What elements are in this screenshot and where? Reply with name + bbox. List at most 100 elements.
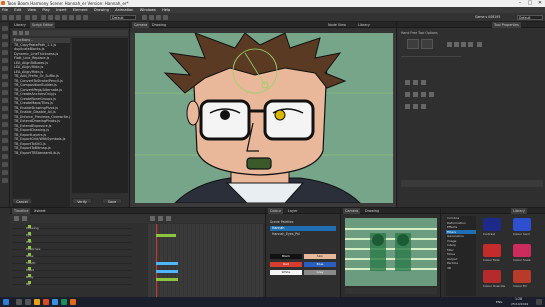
pencil-tool-icon[interactable]: [2, 50, 8, 55]
script-editor-area[interactable]: [72, 38, 128, 193]
layer-visibility-icon[interactable]: [28, 246, 31, 249]
bone-tool-icon[interactable]: [2, 146, 8, 151]
select-tool-icon[interactable]: [2, 26, 8, 31]
shape-tool-icon[interactable]: [2, 90, 8, 95]
new-script-icon[interactable]: [13, 31, 17, 35]
close-button[interactable]: ✕: [535, 0, 545, 7]
layer-visibility-icon[interactable]: [28, 267, 31, 270]
harmony-icon[interactable]: [70, 299, 76, 305]
template-thumbnail[interactable]: [513, 218, 531, 231]
flip-icon[interactable]: [413, 92, 418, 97]
rotate-icon[interactable]: [405, 104, 410, 109]
flip-icon[interactable]: [405, 92, 410, 97]
option-icon[interactable]: [454, 42, 459, 47]
brush-icon[interactable]: [55, 15, 60, 20]
timeline-layer-row[interactable]: Eyebrows: [12, 246, 132, 251]
layer-visibility-icon[interactable]: [28, 281, 31, 284]
drawing-canvas[interactable]: [135, 33, 393, 203]
preview-canvas[interactable]: [345, 218, 437, 286]
save-icon[interactable]: [16, 15, 21, 20]
eraser-tool-icon[interactable]: [2, 66, 8, 71]
option-icon[interactable]: [447, 42, 452, 47]
tab-tool-properties[interactable]: Tool Properties: [492, 22, 521, 28]
menu-help[interactable]: Help: [162, 8, 170, 12]
timeline-layer-row[interactable]: Body: [12, 274, 132, 279]
notification-icon[interactable]: [536, 299, 542, 305]
script-file-item[interactable]: TB_ExportGrid/WithSymbols.js: [12, 137, 70, 142]
timeline-layer-row[interactable]: Drawing: [12, 225, 132, 230]
align-icon[interactable]: [421, 80, 426, 85]
deform-tool-icon[interactable]: [2, 154, 8, 159]
delete-layer-icon[interactable]: [22, 216, 27, 221]
script-file-item[interactable]: TB_ExportTBStandardLib.js: [12, 151, 70, 156]
camera-tool-icon[interactable]: [2, 162, 8, 167]
script-file-list[interactable]: Functions – TB_CopyPastePath_1.1.js duplic…: [12, 38, 70, 216]
timeline-layer-row[interactable]: Bg: [12, 281, 132, 286]
explorer-icon[interactable]: [34, 299, 40, 305]
layer-visibility-icon[interactable]: [28, 260, 31, 263]
menu-file[interactable]: File: [2, 8, 8, 12]
tab-layer[interactable]: Layer: [286, 208, 299, 214]
ink-tool-icon[interactable]: [2, 74, 8, 79]
menu-view[interactable]: View: [28, 8, 37, 12]
app-icon[interactable]: [43, 299, 49, 305]
paint-tool-icon[interactable]: [2, 82, 8, 87]
tab-preview-drawing[interactable]: Drawing: [363, 208, 381, 214]
library-folder-item[interactable]: 3D: [446, 266, 476, 271]
workspace-select[interactable]: Default: [517, 15, 543, 20]
dropper-tool-icon[interactable]: [2, 106, 8, 111]
rotate-icon[interactable]: [421, 104, 426, 109]
zoom-tool-icon[interactable]: [2, 122, 8, 127]
pencil-icon[interactable]: [62, 15, 67, 20]
timeline-layer-row[interactable]: Mouth: [12, 260, 132, 265]
contour-editor-icon[interactable]: [2, 34, 8, 39]
layer-visibility-icon[interactable]: [28, 253, 31, 256]
task-view-icon[interactable]: [25, 299, 31, 305]
template-thumbnail[interactable]: [513, 244, 531, 257]
rotate-tool-icon[interactable]: [2, 130, 8, 135]
template-thumbnail[interactable]: [483, 218, 501, 231]
search-icon[interactable]: [16, 299, 22, 305]
transform-icon[interactable]: [48, 15, 53, 20]
morph-tool-icon[interactable]: [2, 170, 8, 175]
tab-library[interactable]: Library: [12, 22, 28, 28]
fill-icon[interactable]: [76, 15, 81, 20]
menu-animation[interactable]: Animation: [115, 8, 133, 12]
app-icon[interactable]: [52, 299, 58, 305]
timeline-frames[interactable]: [148, 224, 263, 298]
add-layer-icon[interactable]: [14, 216, 19, 221]
tab-preview-camera[interactable]: Camera: [343, 208, 361, 214]
debug-script-icon[interactable]: [25, 31, 29, 35]
start-icon[interactable]: [3, 299, 9, 305]
palette-item[interactable]: Hannah_Eyes_Pal: [270, 232, 336, 237]
transform-tool-icon[interactable]: [2, 138, 8, 143]
play-icon[interactable]: [142, 15, 147, 20]
tab-script-editor[interactable]: Script Editor: [30, 22, 55, 28]
tool-properties-slider[interactable]: [401, 180, 543, 187]
undo-icon[interactable]: [25, 15, 30, 20]
brush-tool-icon[interactable]: [2, 42, 8, 47]
mode-select[interactable]: Default: [110, 15, 136, 20]
spline-tool-icon[interactable]: [2, 178, 8, 183]
verify-button[interactable]: Verify: [72, 198, 92, 204]
open-icon[interactable]: [9, 15, 14, 20]
align-icon[interactable]: [413, 80, 418, 85]
flip-icon[interactable]: [429, 92, 434, 97]
cancel-button[interactable]: Cancel: [12, 198, 32, 204]
layer-visibility-icon[interactable]: [28, 232, 31, 235]
tab-library-bottom[interactable]: Library: [511, 208, 527, 214]
colour-swatch[interactable]: Skin: [304, 254, 336, 259]
timeline-layer-row[interactable]: Head: [12, 267, 132, 272]
run-script-icon[interactable]: [19, 31, 23, 35]
minimize-button[interactable]: –: [515, 0, 525, 7]
new-icon[interactable]: [2, 15, 7, 20]
rotate-icon[interactable]: [413, 104, 418, 109]
timeline-layer-row[interactable]: Eye: [12, 232, 132, 237]
dropper-icon[interactable]: [83, 15, 88, 20]
menu-insert[interactable]: Insert: [56, 8, 66, 12]
eraser-icon[interactable]: [69, 15, 74, 20]
redo-icon[interactable]: [32, 15, 37, 20]
last-frame-icon[interactable]: [166, 216, 171, 221]
library-folder-list[interactable]: Combos Deformation Effects Filters Generator…: [446, 216, 476, 296]
text-tool-icon[interactable]: [2, 58, 8, 63]
